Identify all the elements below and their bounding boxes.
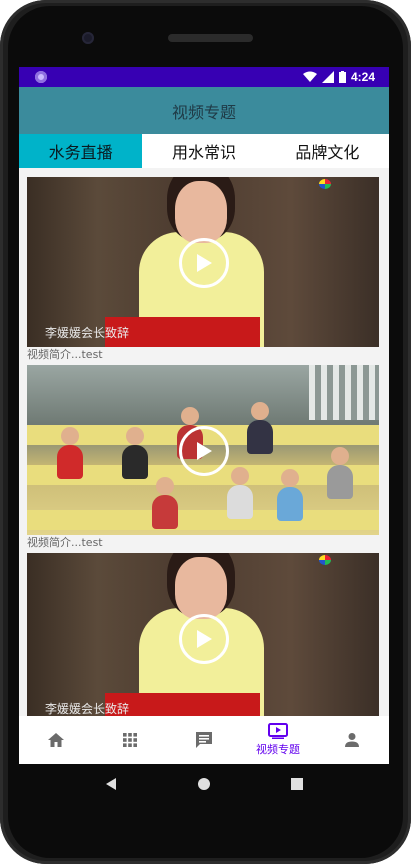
classroom-window (309, 365, 379, 420)
tab-water-knowledge[interactable]: 用水常识 (142, 134, 265, 168)
video-overlay-caption: 李媛媛会长致辞 (45, 326, 130, 340)
child-head (126, 427, 144, 445)
tab-brand-culture[interactable]: 品牌文化 (266, 134, 389, 168)
child-head (331, 447, 349, 465)
system-navigation (19, 764, 389, 804)
nav-profile[interactable] (315, 716, 389, 764)
status-time: 4:24 (350, 70, 375, 84)
tab-label: 水务直播 (48, 143, 113, 162)
recents-icon[interactable] (291, 778, 303, 790)
child-head (251, 402, 269, 420)
video-card[interactable]: 李媛媛会长致辞 视频简介...test (27, 177, 379, 363)
video-thumbnail[interactable] (27, 365, 379, 535)
child-head (231, 467, 249, 485)
speaker-head (175, 557, 227, 619)
signal-icon (321, 71, 334, 83)
child-head (61, 427, 79, 445)
logo-icon (319, 555, 331, 565)
video-card[interactable]: 李媛媛会长致辞 (27, 553, 379, 716)
play-icon (197, 630, 212, 648)
video-card[interactable]: 视频简介...test (27, 365, 379, 551)
video-thumbnail[interactable]: 李媛媛会长致辞 (27, 177, 379, 347)
child-figure (247, 420, 273, 454)
wifi-icon (302, 71, 317, 82)
back-icon[interactable] (105, 777, 117, 791)
nav-video-topics[interactable]: 视频专题 (241, 716, 315, 764)
tab-label: 品牌文化 (295, 143, 360, 162)
message-icon (196, 732, 212, 748)
child-head (181, 407, 199, 425)
bottom-navigation: 视频专题 (19, 716, 389, 764)
earpiece-speaker (168, 34, 253, 42)
video-list: 李媛媛会长致辞 视频简介...test 视频简介...test 李媛媛会长致辞 (19, 168, 389, 716)
video-thumbnail[interactable]: 李媛媛会长致辞 (27, 553, 379, 716)
tab-water-live[interactable]: 水务直播 (19, 134, 143, 168)
play-icon (197, 442, 212, 460)
battery-icon (338, 71, 346, 83)
home-icon (48, 733, 64, 747)
app-bar: 视频专题 (19, 87, 389, 134)
video-overlay-caption: 李媛媛会长致辞 (45, 702, 130, 716)
play-button[interactable] (179, 238, 229, 288)
nav-label: 视频专题 (256, 743, 300, 756)
video-icon (268, 723, 288, 739)
child-figure (327, 465, 353, 499)
video-description: 视频简介...test (27, 535, 379, 551)
grid-icon (123, 733, 137, 747)
nav-home[interactable] (19, 716, 93, 764)
child-figure (277, 487, 303, 521)
play-icon (197, 254, 212, 272)
screen: 4:24 视频专题 水务直播 用水常识 品牌文化 李媛媛会长致辞 视频简介...… (19, 67, 389, 764)
notification-icon (35, 71, 47, 83)
status-bar: 4:24 (19, 67, 389, 87)
play-button[interactable] (179, 614, 229, 664)
page-title: 视频专题 (171, 102, 236, 122)
play-button[interactable] (179, 426, 229, 476)
speaker-head (175, 181, 227, 243)
child-figure (227, 485, 253, 519)
child-head (156, 477, 174, 495)
child-figure (152, 495, 178, 529)
nav-messages[interactable] (167, 716, 241, 764)
child-head (281, 469, 299, 487)
home-circle-icon[interactable] (197, 777, 211, 791)
desk (27, 510, 379, 530)
nav-apps[interactable] (93, 716, 167, 764)
category-tabs: 水务直播 用水常识 品牌文化 (19, 134, 389, 168)
child-figure (57, 445, 83, 479)
video-description: 视频简介...test (27, 347, 379, 363)
tab-label: 用水常识 (171, 143, 236, 162)
logo-icon (319, 179, 331, 189)
status-icons: 4:24 (302, 69, 375, 85)
child-figure (122, 445, 148, 479)
person-icon (345, 733, 359, 747)
front-camera (82, 32, 94, 44)
